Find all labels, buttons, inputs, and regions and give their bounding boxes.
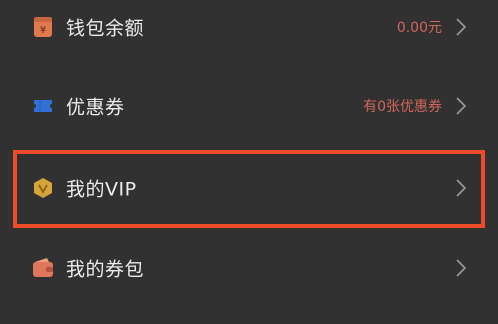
svg-text:¥: ¥ bbox=[40, 25, 46, 36]
my-vip-row[interactable]: 我的VIP bbox=[0, 158, 498, 218]
coupon-count-value: 有0张优惠券 bbox=[363, 99, 442, 115]
ticket-icon bbox=[34, 100, 52, 112]
coupon-label: 优惠券 bbox=[66, 96, 125, 119]
vip-badge-icon bbox=[34, 178, 52, 198]
wallet-balance-label: 钱包余额 bbox=[66, 17, 145, 40]
coupon-wallet-icon bbox=[33, 258, 53, 277]
chevron-right-icon bbox=[456, 179, 466, 197]
wallet-balance-row[interactable]: ¥ 钱包余额 0.00元 bbox=[0, 0, 498, 57]
wallet-balance-value: 0.00元 bbox=[396, 20, 442, 36]
wallet-balance-icon: ¥ bbox=[34, 17, 52, 37]
my-coupon-wallet-row[interactable]: 我的券包 bbox=[0, 238, 498, 298]
chevron-right-icon bbox=[456, 97, 466, 115]
chevron-right-icon bbox=[456, 18, 466, 36]
my-vip-label: 我的VIP bbox=[66, 178, 137, 201]
my-coupon-wallet-label: 我的券包 bbox=[66, 258, 145, 281]
account-menu-screen: ¥ 钱包余额 0.00元 优惠券 有0张优惠券 我的VIP 我的券包 bbox=[0, 0, 498, 324]
chevron-right-icon bbox=[456, 259, 466, 277]
coupon-row[interactable]: 优惠券 有0张优惠券 bbox=[0, 76, 498, 136]
